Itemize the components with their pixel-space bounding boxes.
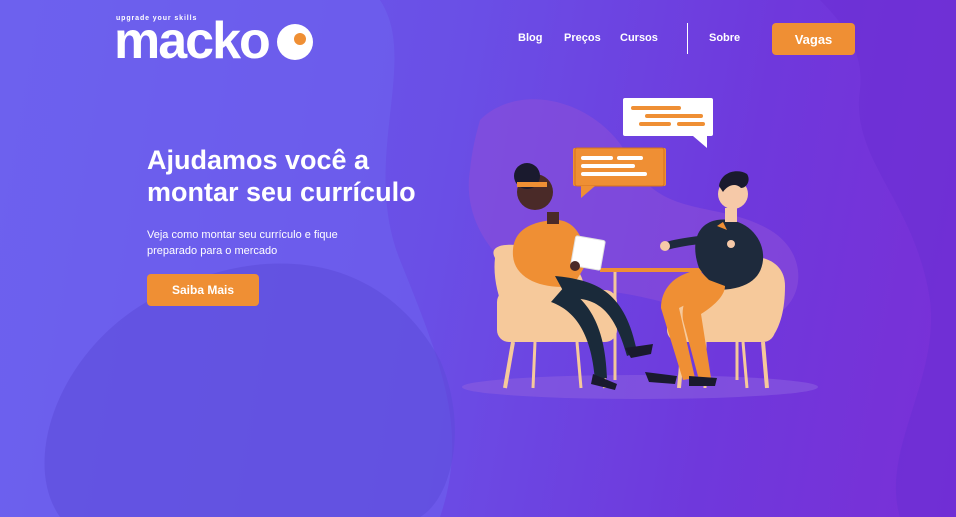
nav-link-sobre[interactable]: Sobre: [709, 32, 740, 44]
speech-bubble-right-icon: [623, 98, 713, 148]
brand-logo[interactable]: upgrade your skills macko: [114, 6, 319, 64]
hero-title-line1: Ajudamos você a: [147, 145, 370, 175]
hero-title-line2: montar seu currículo: [147, 177, 416, 207]
site-header: upgrade your skills macko Blog Preços Cu…: [0, 0, 956, 78]
nav-link-cursos[interactable]: Cursos: [620, 32, 658, 44]
hero-subtitle: Veja como montar seu currículo e fique p…: [147, 227, 367, 259]
logo-wordmark-icon: macko: [114, 12, 313, 64]
nav-link-precos[interactable]: Preços: [564, 32, 601, 44]
hero-subtitle-line2: preparado para o mercado: [147, 245, 278, 257]
brand-name: macko: [114, 12, 269, 64]
nav-link-blog[interactable]: Blog: [518, 32, 542, 44]
speech-bubble-left-icon: [573, 147, 666, 198]
hero-title: Ajudamos você a montar seu currículo: [147, 144, 457, 208]
interview-illustration: [462, 98, 818, 399]
vagas-button[interactable]: Vagas: [772, 23, 855, 55]
nav-divider: [687, 23, 688, 54]
hero-subtitle-line1: Veja como montar seu currículo e fique: [147, 229, 338, 241]
saiba-mais-button[interactable]: Saiba Mais: [147, 274, 259, 306]
